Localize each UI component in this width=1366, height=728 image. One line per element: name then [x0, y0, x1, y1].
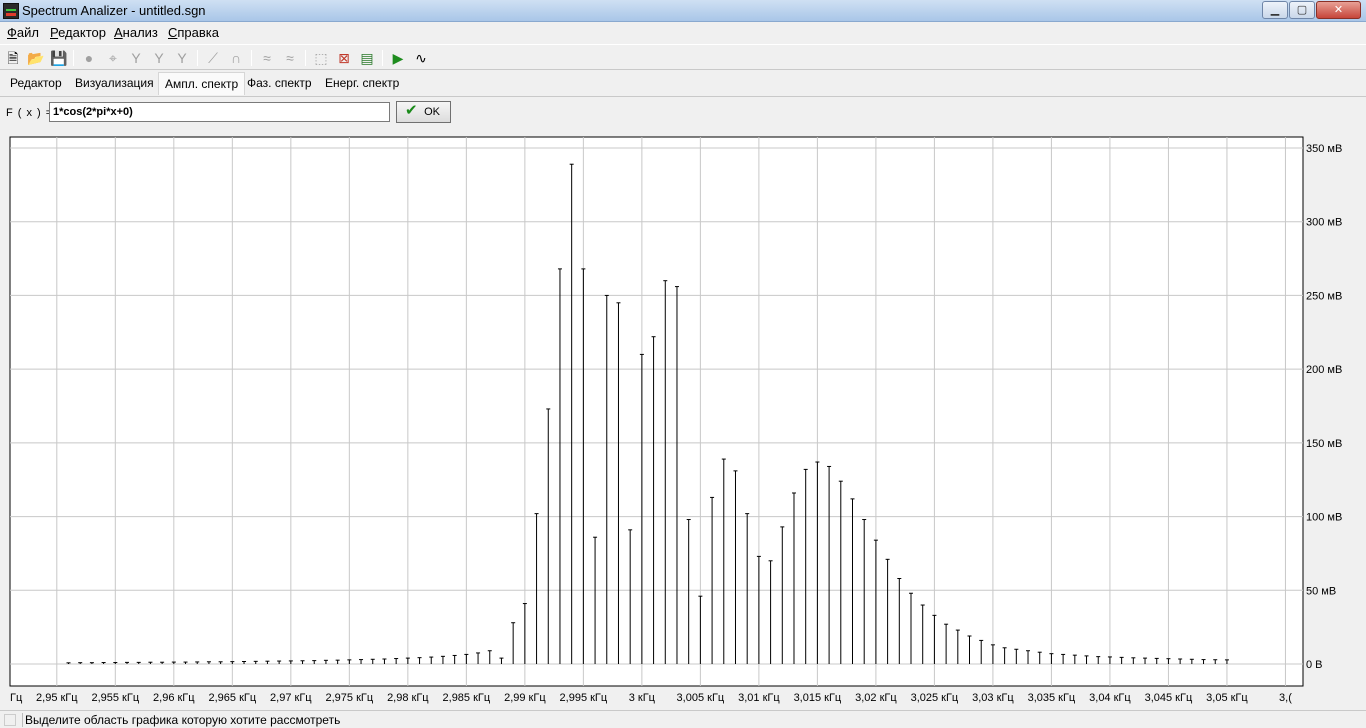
zoom-area-icon[interactable]: ⬚ [311, 48, 331, 68]
x-tick-label: 2,98 кГц [387, 692, 429, 704]
tab-energy-spectrum[interactable]: Енерг. спектр [325, 76, 399, 90]
app-icon [3, 3, 19, 19]
x-tick-label: 2,965 кГц [208, 692, 256, 704]
minimize-button[interactable]: ▁ [1262, 1, 1288, 19]
toolbar-separator [73, 50, 74, 66]
status-grip [4, 714, 16, 726]
y-tick-label: 200 мВ [1306, 364, 1342, 376]
toolbar-separator [251, 50, 252, 66]
window-title: Spectrum Analizer - untitled.sgn [22, 3, 206, 18]
save-icon[interactable]: 💾 [49, 48, 69, 68]
y-tick-label: 50 мВ [1306, 585, 1336, 597]
x-tick-label: 3,005 кГц [677, 692, 725, 704]
tab-phase-spectrum[interactable]: Фаз. спектр [247, 76, 312, 90]
x-tick-label: 2,95 кГц [36, 692, 78, 704]
waveform-icon[interactable]: ∿ [411, 48, 431, 68]
x-tick-label: 2,99 кГц [504, 692, 546, 704]
x-tick-label: Гц [10, 692, 23, 704]
tab-visualization[interactable]: Визуализация [75, 76, 154, 90]
chart-icon[interactable]: ▤ [357, 48, 377, 68]
menu-analysis[interactable]: Анализ [114, 25, 158, 40]
menu-file[interactable]: Файл [7, 25, 39, 40]
x-tick-label: 3,04 кГц [1089, 692, 1131, 704]
y-tick-label: 100 мВ [1306, 512, 1342, 524]
toolbar: 🗎 📂 💾 ● ⌖ Y Y Y ⟋ ∩ ≈ ≈ ⬚ ⊠ ▤ ▶ ∿ [0, 44, 1366, 70]
y-tick-label: 0 В [1306, 659, 1323, 671]
close-button[interactable]: ✕ [1316, 1, 1361, 19]
zoom-reset-icon[interactable]: ⊠ [334, 48, 354, 68]
signal-b-icon[interactable]: ≈ [280, 48, 300, 68]
x-tick-label: 3,01 кГц [738, 692, 780, 704]
plot-frame [9, 136, 1304, 687]
maximize-button[interactable]: ▢ [1289, 1, 1315, 19]
tab-editor[interactable]: Редактор [10, 76, 62, 90]
title-bar: Spectrum Analizer - untitled.sgn ▁ ▢ ✕ [0, 0, 1366, 22]
toolbar-separator [382, 50, 383, 66]
x-tick-label: 3,( [1279, 692, 1292, 704]
x-tick-label: 2,96 кГц [153, 692, 195, 704]
filter-low-icon[interactable]: Y [126, 48, 146, 68]
x-tick-label: 2,995 кГц [560, 692, 608, 704]
toolbar-separator [197, 50, 198, 66]
filter-high-icon[interactable]: Y [149, 48, 169, 68]
y-tick-label: 350 мВ [1306, 143, 1342, 155]
menu-bar: Файл Редактор Анализ Справка [0, 22, 1366, 42]
formula-row: F ( x ) = ✔ OK [0, 99, 1366, 127]
x-tick-label: 3,03 кГц [972, 692, 1014, 704]
menu-help[interactable]: Справка [168, 25, 219, 40]
amplitude-spectrum-chart[interactable]: Гц 2,95 кГц 2,955 кГц 2,96 кГц 2,965 кГц 2,97… [0, 130, 1366, 710]
x-tick-label: 2,985 кГц [443, 692, 491, 704]
status-text: Выделите область графика которую хотите … [22, 713, 522, 727]
tab-amplitude-spectrum[interactable]: Ампл. спектр [158, 72, 246, 95]
checkmark-icon: ✔ [405, 102, 418, 119]
line-icon[interactable]: ⟋ [203, 48, 223, 68]
x-tick-label: 3,035 кГц [1028, 692, 1076, 704]
new-file-icon[interactable]: 🗎 [3, 48, 23, 68]
status-bar: Выделите область графика которую хотите … [0, 710, 1366, 728]
y-tick-label: 300 мВ [1306, 217, 1342, 229]
y-tick-label: 250 мВ [1306, 290, 1342, 302]
filter-band-icon[interactable]: Y [172, 48, 192, 68]
formula-label: F ( x ) = [6, 107, 54, 119]
x-tick-label: 2,97 кГц [270, 692, 312, 704]
ok-button-label: OK [424, 106, 440, 118]
tab-bar: Редактор Визуализация Ампл. спектр Фаз. … [0, 71, 1366, 97]
toolbar-separator [305, 50, 306, 66]
play-icon[interactable]: ▶ [388, 48, 408, 68]
zoom-icon[interactable]: ● [79, 48, 99, 68]
chart-svg[interactable]: Гц 2,95 кГц 2,955 кГц 2,96 кГц 2,965 кГц 2,97… [0, 130, 1366, 710]
x-tick-label: 3,05 кГц [1206, 692, 1248, 704]
signal-a-icon[interactable]: ≈ [257, 48, 277, 68]
curve-icon[interactable]: ∩ [226, 48, 246, 68]
x-tick-label: 3,015 кГц [794, 692, 842, 704]
formula-input[interactable] [49, 102, 390, 122]
menu-editor[interactable]: Редактор [50, 25, 106, 40]
x-tick-label: 2,955 кГц [91, 692, 139, 704]
x-tick-label: 3,045 кГц [1145, 692, 1193, 704]
x-tick-label: 2,975 кГц [326, 692, 374, 704]
x-tick-label: 3,025 кГц [911, 692, 959, 704]
ok-button[interactable]: ✔ OK [396, 101, 451, 123]
y-tick-label: 150 мВ [1306, 438, 1342, 450]
x-tick-label: 3 кГц [629, 692, 656, 704]
open-folder-icon[interactable]: 📂 [26, 48, 46, 68]
crosshair-icon[interactable]: ⌖ [103, 48, 123, 68]
x-tick-label: 3,02 кГц [855, 692, 897, 704]
